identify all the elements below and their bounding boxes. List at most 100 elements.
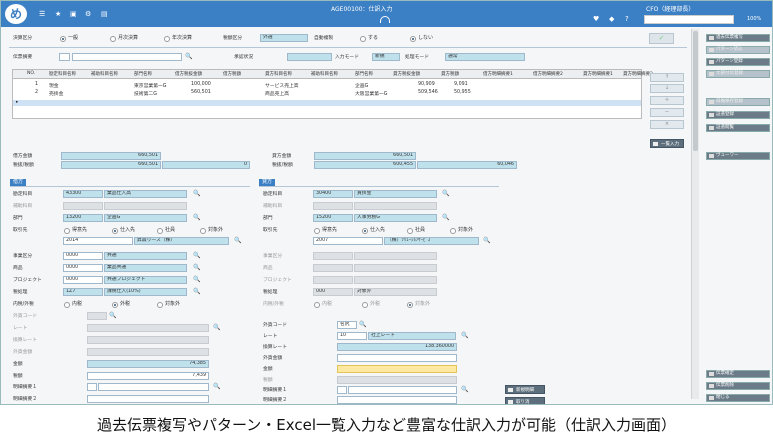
grid-action-button-1[interactable]: ↑ bbox=[650, 73, 684, 82]
search-icon[interactable]: 🔍 bbox=[193, 288, 200, 295]
search-icon[interactable]: 🔍 bbox=[185, 53, 192, 60]
credit-partner-radio-none[interactable] bbox=[450, 228, 456, 234]
grid-action-button-3[interactable]: ＋ bbox=[650, 96, 684, 105]
sidebar-attached-slip-register[interactable]: 文部付伝登録 bbox=[706, 70, 770, 78]
help-icon[interactable]: ? bbox=[625, 16, 629, 23]
credit-partner-radio-employee[interactable] bbox=[407, 228, 413, 234]
gear-icon[interactable]: ⚙ bbox=[85, 11, 91, 18]
debit-project-code[interactable]: 0000 bbox=[63, 276, 103, 284]
sidebar-evidence-register[interactable]: 証憑登録 bbox=[706, 111, 770, 119]
sidebar-viewer[interactable]: ヴューワー bbox=[706, 152, 770, 160]
selected-new-row[interactable] bbox=[13, 100, 641, 106]
credit-dept-code[interactable]: 15200 bbox=[313, 214, 353, 222]
debit-inout-radio-exclusive[interactable] bbox=[112, 302, 118, 308]
sidebar-slip-confirm[interactable]: 伝票確定 bbox=[706, 370, 770, 378]
debit-inout-radio-none[interactable] bbox=[157, 302, 163, 308]
sidebar-past-slip-copy[interactable]: 過去伝票複写 bbox=[706, 34, 770, 42]
credit-rate-code[interactable]: 10 bbox=[337, 332, 367, 340]
ledger-code-field[interactable] bbox=[59, 53, 70, 61]
search-icon[interactable]: 🔍 bbox=[193, 264, 200, 271]
credit-account-code[interactable]: 30400 bbox=[313, 190, 353, 198]
sidebar-pattern-register[interactable]: パターン登録 bbox=[706, 58, 770, 66]
debit-taxrule-name: 課税仕入(10%) bbox=[104, 288, 187, 296]
credit-amount-field[interactable] bbox=[337, 365, 457, 373]
debit-partner-radio-supplier[interactable] bbox=[112, 228, 118, 234]
credit-partner-code[interactable]: 2007 bbox=[313, 237, 383, 245]
debit-project-name: 共通プロジェクト bbox=[104, 276, 187, 284]
debit-memo2-field[interactable] bbox=[87, 395, 209, 403]
debit-partner-radio-none[interactable] bbox=[200, 228, 206, 234]
tax-field[interactable]: 外選 bbox=[260, 34, 308, 42]
sidebar-slip-delete[interactable]: 伝票削除 bbox=[706, 382, 770, 390]
search-icon[interactable]: 🔍 bbox=[442, 190, 449, 197]
search-icon[interactable]: 🔍 bbox=[483, 237, 490, 244]
closing-radio-general[interactable] bbox=[60, 36, 66, 42]
credit-partner-radio-supplier[interactable] bbox=[362, 228, 368, 234]
closing-radio-monthly[interactable] bbox=[110, 36, 116, 42]
auto-copy-radio-yes[interactable] bbox=[360, 36, 366, 42]
debit-memo2-label: 明細摘要２ bbox=[13, 397, 37, 402]
auto-copy-radio-no[interactable] bbox=[410, 36, 416, 42]
new-detail-button[interactable]: 新規明細 bbox=[505, 385, 545, 394]
printer-icon[interactable]: ▤ bbox=[101, 11, 108, 18]
search-icon[interactable]: 🔍 bbox=[461, 332, 468, 339]
debit-partner-radio-customer[interactable] bbox=[64, 228, 70, 234]
debit-taxrule-code[interactable]: 1Z7 bbox=[63, 288, 103, 296]
heart-icon[interactable]: ♥ bbox=[593, 16, 599, 23]
sidebar-pattern-load[interactable]: パターン読込 bbox=[706, 46, 770, 54]
search-icon[interactable]: 🔍 bbox=[213, 383, 220, 390]
company-select[interactable] bbox=[644, 15, 734, 24]
credit-partner-radio-customer[interactable] bbox=[314, 228, 320, 234]
sidebar-evidence-view[interactable]: 証憑閲覧 bbox=[706, 124, 770, 132]
debit-account-name: 業品仕入高 bbox=[104, 190, 187, 198]
grid-action-button-5[interactable]: × bbox=[650, 120, 684, 129]
search-icon[interactable]: 🔍 bbox=[359, 321, 366, 328]
debit-memo1-field[interactable] bbox=[98, 383, 209, 391]
caption: 過去伝票複写やパターン・Excel一覧入力など豊富な仕訳入力が可能（仕訳入力画面… bbox=[97, 416, 676, 434]
sidebar-daily-save[interactable]: 日報保存登録 bbox=[706, 98, 770, 106]
credit-fxamt-field[interactable] bbox=[337, 354, 457, 362]
grid-action-button-4[interactable]: − bbox=[650, 108, 684, 117]
search-icon[interactable]: 🔍 bbox=[193, 252, 200, 259]
bulk-input-button[interactable]: 一覧入力 bbox=[650, 139, 684, 148]
search-icon[interactable]: 🔍 bbox=[193, 276, 200, 283]
search-icon[interactable]: 🔍 bbox=[461, 386, 468, 393]
credit-brand-code bbox=[313, 264, 353, 272]
debit-partner-radio-employee[interactable] bbox=[157, 228, 163, 234]
grid-action-button-2[interactable]: ↓ bbox=[650, 84, 684, 93]
debit-brand-label: 商品 bbox=[13, 266, 23, 271]
home-icon[interactable]: ▣ bbox=[70, 11, 77, 18]
collapse-handle-icon[interactable] bbox=[380, 16, 390, 23]
debit-dept-code[interactable]: 13200 bbox=[63, 214, 103, 222]
sidebar-close[interactable]: 閉じる bbox=[706, 394, 770, 402]
cancel-detail-button[interactable]: 取り消 bbox=[505, 397, 545, 404]
confirm-check-button[interactable]: ✓ bbox=[649, 33, 674, 44]
search-icon[interactable]: 🔍 bbox=[193, 190, 200, 197]
auto-copy-option-no: しない bbox=[418, 35, 434, 41]
search-icon[interactable]: 🔍 bbox=[234, 237, 241, 244]
vertical-scrollbar[interactable] bbox=[691, 29, 699, 399]
menu-icon[interactable]: ☰ bbox=[39, 11, 45, 18]
debit-inout-radio-inclusive[interactable] bbox=[64, 302, 70, 308]
debit-tax-field[interactable]: 7,439 bbox=[87, 372, 209, 380]
debit-account-code[interactable]: 43300 bbox=[63, 190, 103, 198]
tag-icon[interactable]: ◆ bbox=[609, 16, 614, 23]
ledger-summary-field[interactable] bbox=[72, 53, 182, 61]
debit-memo1-code[interactable] bbox=[87, 383, 97, 391]
zoom-level[interactable]: 100% bbox=[747, 16, 761, 22]
credit-memo2-field[interactable] bbox=[337, 396, 457, 404]
credit-memo1-field[interactable] bbox=[348, 386, 457, 394]
scrollbar-thumb[interactable] bbox=[693, 31, 698, 151]
search-icon[interactable]: 🔍 bbox=[193, 214, 200, 221]
debit-partner-code[interactable]: 2014 bbox=[63, 237, 133, 245]
closing-radio-annual[interactable] bbox=[164, 36, 170, 42]
search-icon[interactable]: 🔍 bbox=[442, 214, 449, 221]
credit-fx-code[interactable]: 名尻 bbox=[337, 321, 357, 329]
credit-memo1-code[interactable] bbox=[337, 386, 347, 394]
debit-business-code[interactable]: 0000 bbox=[63, 252, 103, 260]
favorite-icon[interactable]: ★ bbox=[55, 11, 61, 18]
load-icon bbox=[709, 48, 714, 52]
debit-brand-code[interactable]: 0000 bbox=[63, 264, 103, 272]
debit-amount-field[interactable]: 74,385 bbox=[87, 360, 209, 368]
journal-lines-table[interactable]: NO. 勘定科目名称 補助科目名称 部門名称 借方税抜金額 借方税額 貸方科目名… bbox=[12, 69, 653, 119]
